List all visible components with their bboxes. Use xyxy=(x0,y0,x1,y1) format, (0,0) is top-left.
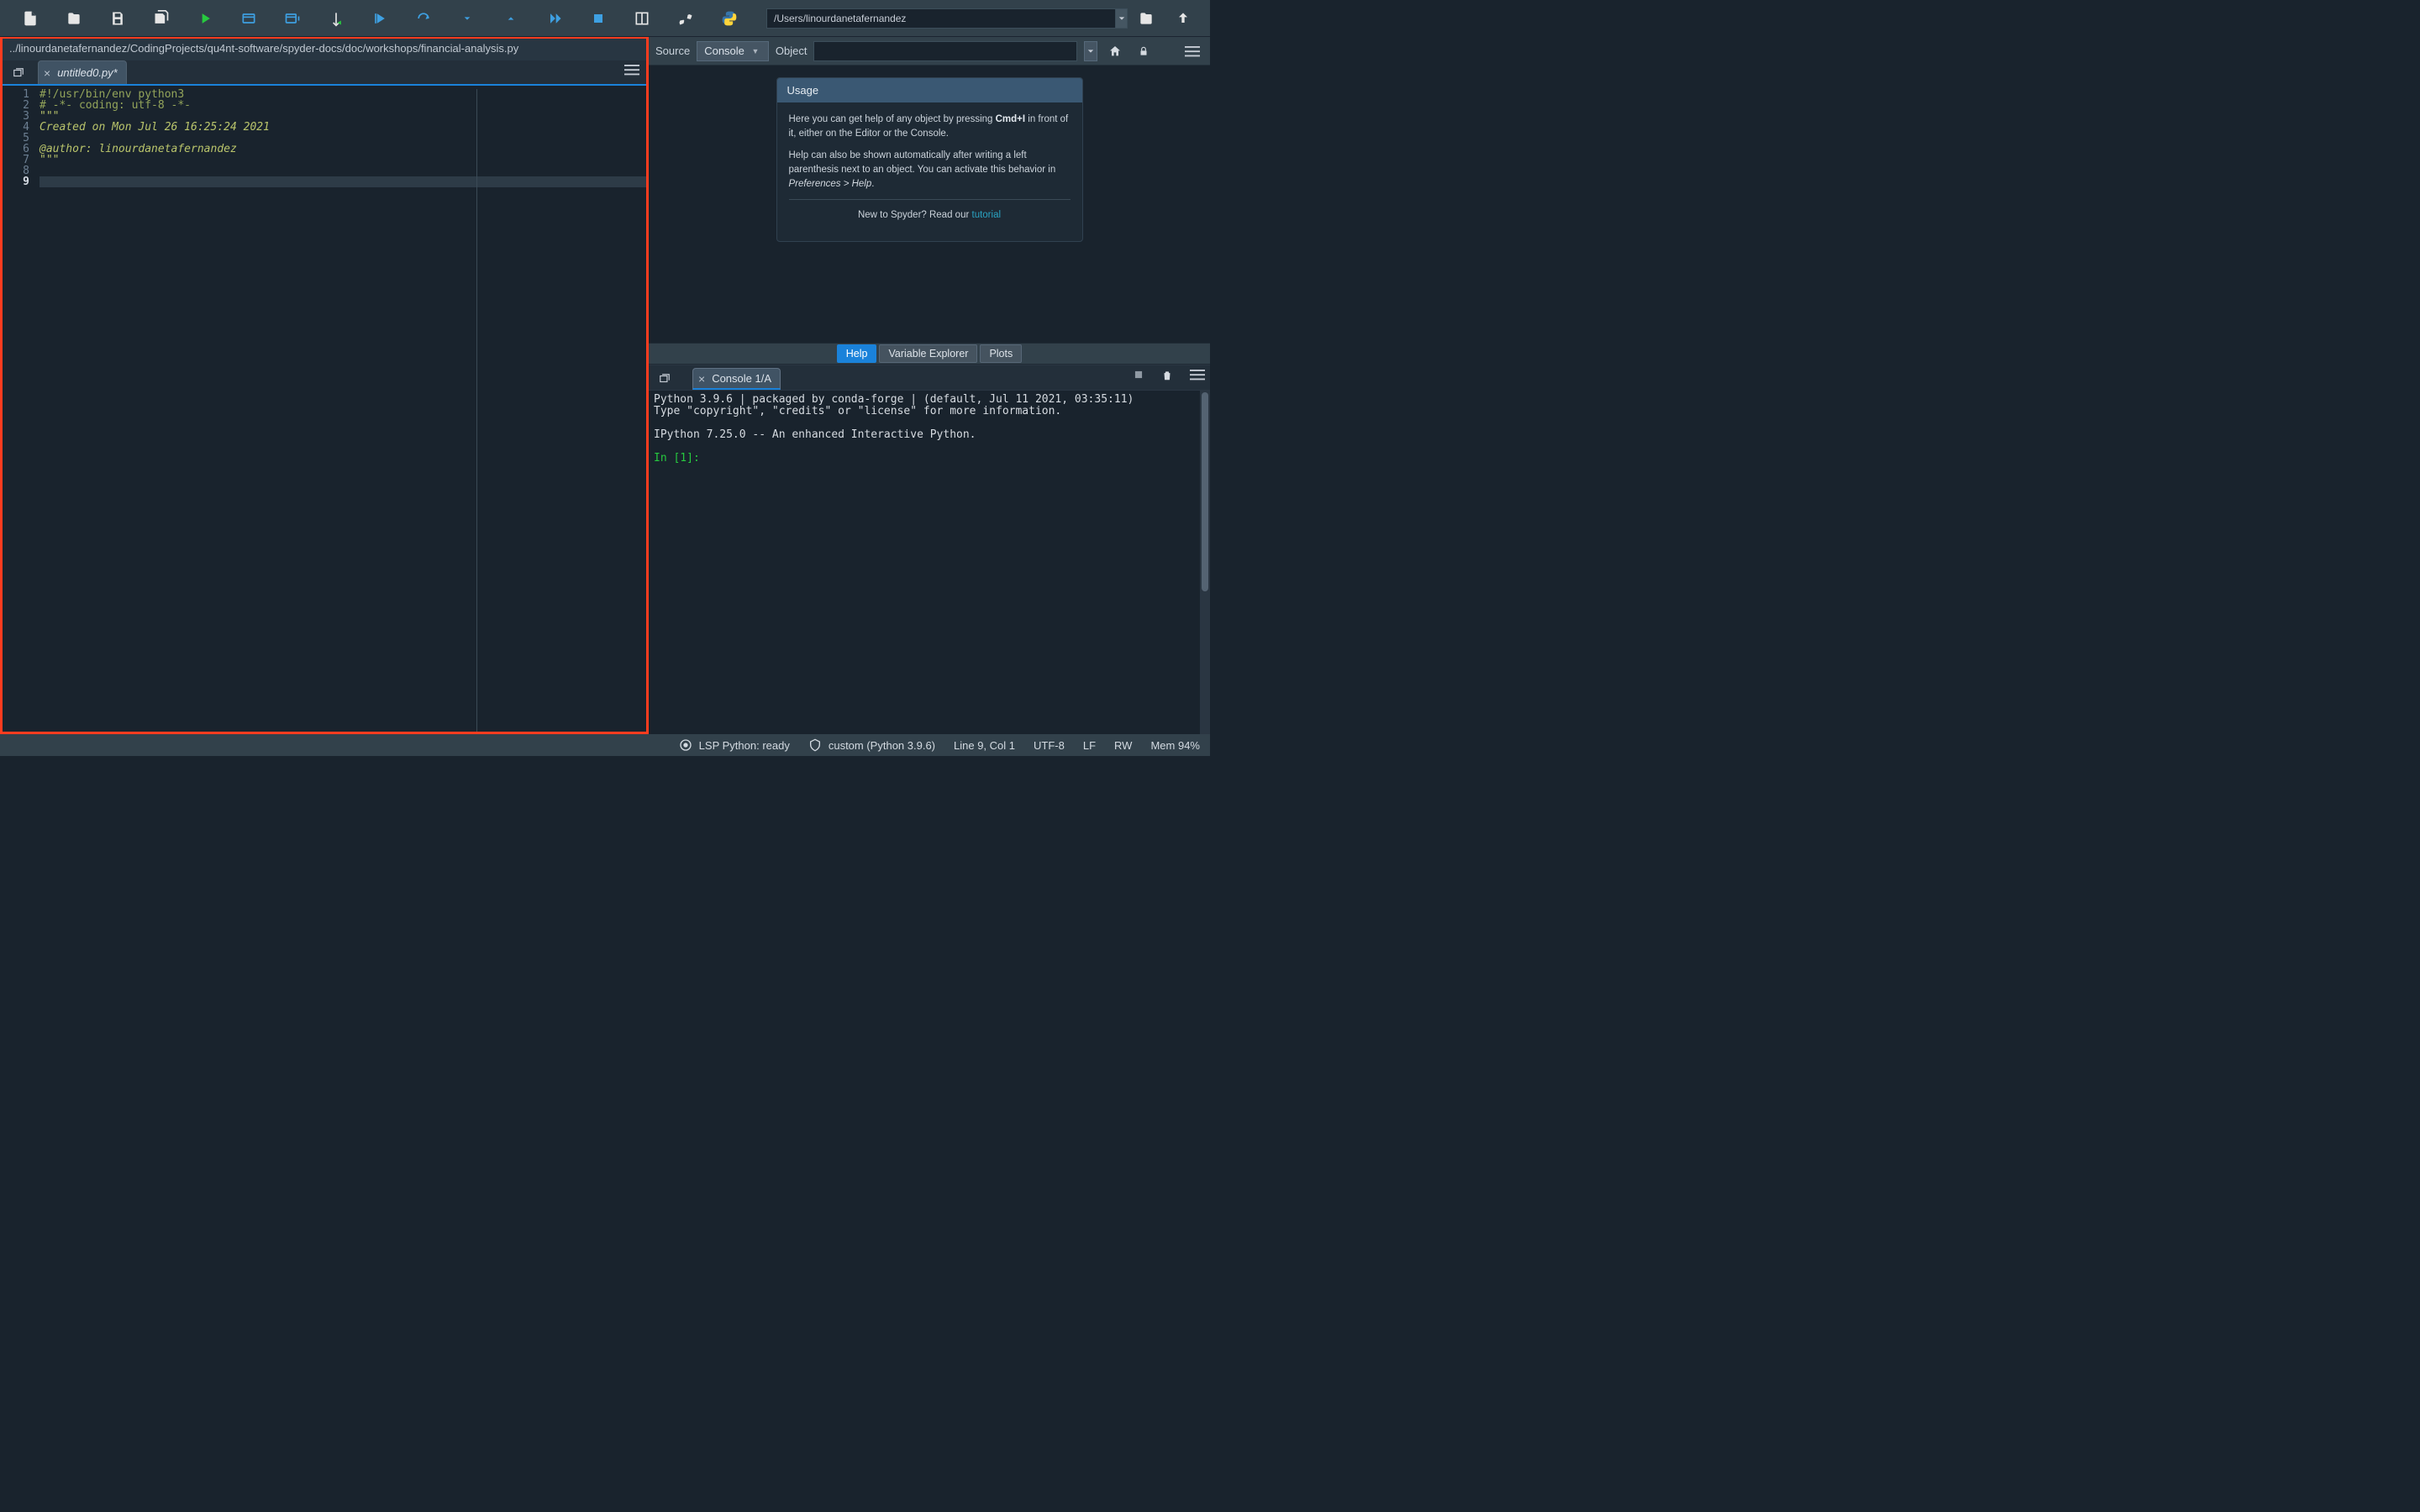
run-cell-button[interactable] xyxy=(227,0,271,37)
right-pane: Source Console▼ Object Usage xyxy=(649,37,1210,734)
console-tabstrip: × Console 1/A xyxy=(649,365,1210,391)
debug-button[interactable] xyxy=(358,0,402,37)
main-toolbar xyxy=(0,0,1210,37)
editor-filepath: ../linourdanetafernandez/CodingProjects/… xyxy=(3,39,646,60)
code-editor[interactable]: 123 456 789 #!/usr/bin/env python3 # -*-… xyxy=(3,86,646,732)
status-bar: LSP Python: ready custom (Python 3.9.6) … xyxy=(0,734,1210,756)
source-label: Source xyxy=(655,45,690,57)
console-scrollbar[interactable] xyxy=(1200,391,1210,734)
close-tab-icon[interactable]: × xyxy=(44,66,50,80)
browse-console-tabs-icon[interactable] xyxy=(652,368,677,390)
step-over-button[interactable] xyxy=(402,0,445,37)
preferences-button[interactable] xyxy=(664,0,708,37)
status-lsp[interactable]: LSP Python: ready xyxy=(679,738,790,752)
clear-console-icon[interactable] xyxy=(1161,369,1173,385)
lock-icon[interactable] xyxy=(1133,41,1155,61)
python-path-button[interactable] xyxy=(708,0,751,37)
console-tab[interactable]: × Console 1/A xyxy=(692,368,781,390)
object-input[interactable] xyxy=(813,41,1077,61)
home-icon[interactable] xyxy=(1104,41,1126,61)
stop-button[interactable] xyxy=(576,0,620,37)
console-pane: × Console 1/A Python 3.9.6 | packaged by… xyxy=(649,365,1210,734)
tab-variable-explorer[interactable]: Variable Explorer xyxy=(879,344,977,363)
console-output[interactable]: Python 3.9.6 | packaged by conda-forge |… xyxy=(649,391,1210,734)
step-into-button[interactable] xyxy=(445,0,489,37)
help-usage-card: Usage Here you can get help of any objec… xyxy=(776,77,1083,242)
object-label: Object xyxy=(776,45,808,57)
status-encoding[interactable]: UTF-8 xyxy=(1034,739,1065,752)
new-file-button[interactable] xyxy=(8,0,52,37)
editor-options-icon[interactable] xyxy=(624,64,639,78)
working-directory-dropdown[interactable] xyxy=(1116,8,1128,29)
step-out-button[interactable] xyxy=(489,0,533,37)
open-file-button[interactable] xyxy=(52,0,96,37)
run-selection-button[interactable] xyxy=(314,0,358,37)
console-prompt: In [1]: xyxy=(654,452,707,465)
code-content[interactable]: #!/usr/bin/env python3 # -*- coding: utf… xyxy=(39,86,646,732)
maximize-pane-button[interactable] xyxy=(620,0,664,37)
help-card-title: Usage xyxy=(777,78,1082,102)
tab-plots[interactable]: Plots xyxy=(980,344,1022,363)
editor-tab-label: untitled0.py* xyxy=(57,66,118,79)
browse-tabs-icon[interactable] xyxy=(6,62,31,84)
line-number-gutter: 123 456 789 xyxy=(3,86,39,732)
console-tab-label: Console 1/A xyxy=(712,372,771,385)
continue-button[interactable] xyxy=(533,0,576,37)
source-combo[interactable]: Console▼ xyxy=(697,41,769,61)
status-eol[interactable]: LF xyxy=(1083,739,1096,752)
close-console-tab-icon[interactable]: × xyxy=(698,372,705,386)
help-pane-body: Usage Here you can get help of any objec… xyxy=(649,66,1210,343)
editor-tab[interactable]: × untitled0.py* xyxy=(38,60,127,84)
help-tabs: Help Variable Explorer Plots xyxy=(649,343,1210,365)
help-card-body: Here you can get help of any object by p… xyxy=(777,102,1082,241)
run-button[interactable] xyxy=(183,0,227,37)
run-cell-advance-button[interactable] xyxy=(271,0,314,37)
editor-tabstrip: × untitled0.py* xyxy=(3,60,646,86)
status-mem: Mem 94% xyxy=(1150,739,1200,752)
stop-console-icon[interactable] xyxy=(1133,369,1144,385)
tutorial-link[interactable]: tutorial xyxy=(972,210,1002,220)
save-all-button[interactable] xyxy=(139,0,183,37)
help-options-icon[interactable] xyxy=(1181,41,1203,61)
browse-directory-button[interactable] xyxy=(1128,0,1165,37)
help-toolbar: Source Console▼ Object xyxy=(649,37,1210,66)
working-directory-input[interactable] xyxy=(766,8,1116,29)
status-env[interactable]: custom (Python 3.9.6) xyxy=(808,738,935,752)
status-cursor: Line 9, Col 1 xyxy=(954,739,1015,752)
parent-directory-button[interactable] xyxy=(1165,0,1202,37)
tab-help[interactable]: Help xyxy=(837,344,877,363)
main-area: ../linourdanetafernandez/CodingProjects/… xyxy=(0,37,1210,734)
console-options-icon[interactable] xyxy=(1190,369,1205,385)
status-rw: RW xyxy=(1114,739,1132,752)
working-directory xyxy=(760,8,1128,29)
object-dropdown[interactable] xyxy=(1084,41,1097,61)
save-button[interactable] xyxy=(96,0,139,37)
editor-pane: ../linourdanetafernandez/CodingProjects/… xyxy=(0,37,649,734)
